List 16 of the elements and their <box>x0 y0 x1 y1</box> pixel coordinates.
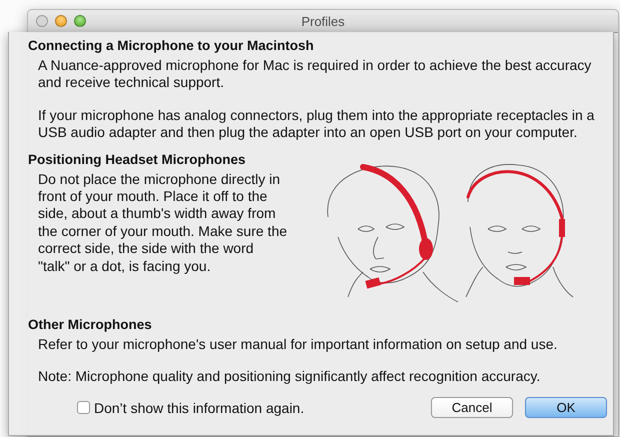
section-heading: Other Microphones <box>28 316 153 332</box>
close-button[interactable] <box>36 15 48 27</box>
window-title: Profiles <box>300 14 346 28</box>
minimize-button[interactable] <box>55 15 67 27</box>
zoom-button[interactable] <box>74 15 86 27</box>
paragraph: A Nuance-approved microphone for Mac is required in order to achieve the best accuracy and receive technical support. <box>37 57 592 92</box>
section-heading: Positioning Headset Microphones <box>28 152 247 167</box>
paragraph: Refer to your microphone's user manual for important information on setup and use. <box>37 336 558 354</box>
section-heading: Connecting a Microphone to your Macintosh <box>28 38 315 53</box>
dialog-button[interactable]: Cancel <box>431 397 513 418</box>
paragraph: Do not place the microphone directly in front of your mouth. Place it off to the side, about a thumb's width away from the corner of your mouth. Make sure the correct side, the side with the word "talk" or a dot, is facing you. <box>37 170 288 276</box>
checkbox[interactable] <box>77 401 90 414</box>
paragraph: Note: Microphone quality and positioning significantly affect recognition accuracy. <box>37 368 542 386</box>
dialog-button[interactable]: OK <box>525 397 607 418</box>
checkbox-label: Don’t show this information again. <box>94 400 304 416</box>
paragraph: If your microphone has analog connectors, plug them into the appropriate receptacles in a USB audio adapter and then plug the adapter into an open USB port on your computer. <box>37 106 596 142</box>
